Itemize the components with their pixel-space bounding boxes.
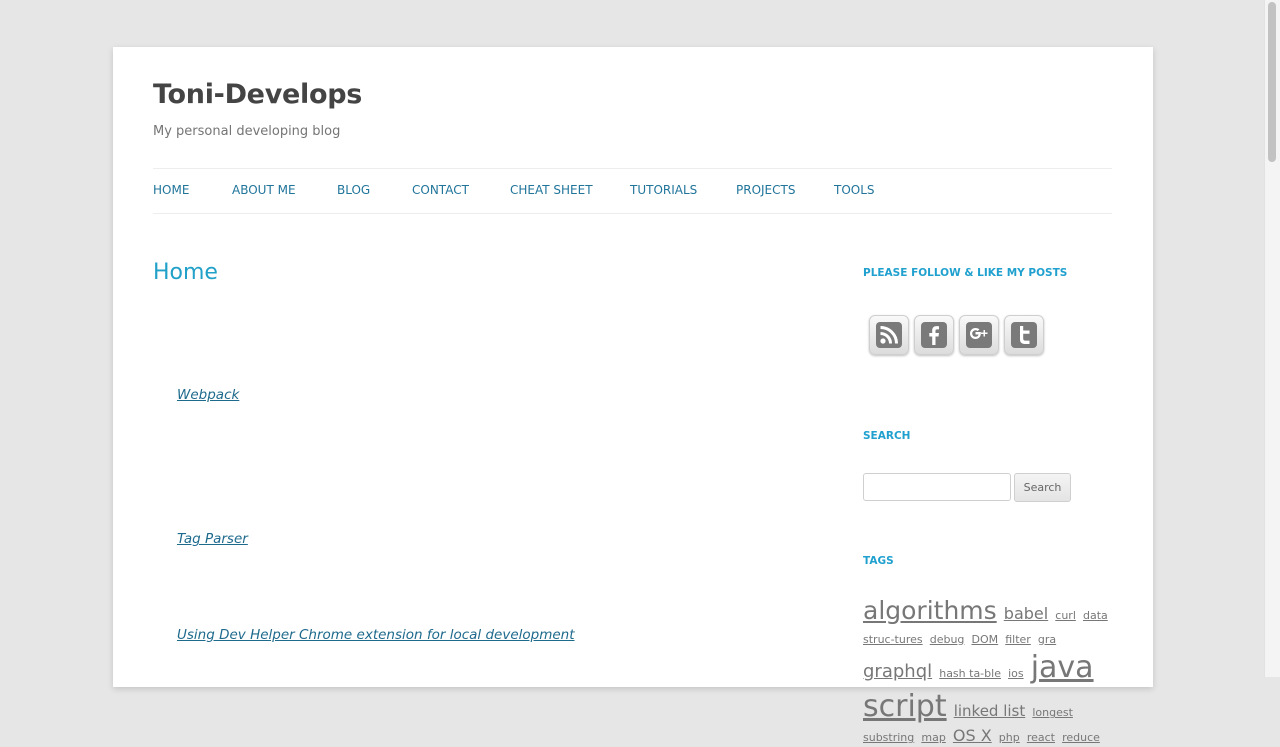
twitter-icon[interactable]: [1004, 315, 1044, 355]
nav-item-tools[interactable]: TOOLS: [834, 183, 875, 197]
post-link-dev-helper[interactable]: Using Dev Helper Chrome extension for lo…: [177, 627, 575, 643]
nav-item-about-me[interactable]: ABOUT ME: [232, 183, 296, 197]
tag-link[interactable]: OS X: [953, 726, 992, 745]
page-title: Home: [153, 260, 218, 285]
tag-link[interactable]: graphql: [863, 661, 932, 682]
tag-link[interactable]: algorithms: [863, 596, 997, 625]
tag-cloud: algorithms babel curl data struc-tures d…: [863, 595, 1118, 747]
main-navigation: HOME ABOUT ME BLOG CONTACT CHEAT SHEET T…: [153, 168, 1112, 214]
tag-link[interactable]: react: [1027, 731, 1055, 744]
tag-link[interactable]: hash ta-ble: [939, 667, 1001, 680]
search-button[interactable]: Search: [1014, 473, 1071, 502]
nav-item-home[interactable]: HOME: [153, 183, 189, 197]
tag-link[interactable]: php: [999, 731, 1020, 744]
search-widget-title: SEARCH: [863, 430, 911, 442]
nav-item-tutorials[interactable]: TUTORIALS: [630, 183, 697, 197]
tag-link[interactable]: reduce: [1062, 731, 1100, 744]
post-link-tag-parser[interactable]: Tag Parser: [177, 531, 248, 547]
tag-link[interactable]: map: [921, 731, 945, 744]
scrollbar-thumb[interactable]: [1268, 2, 1276, 162]
site-title[interactable]: Toni-Develops: [153, 79, 362, 110]
page-container: Toni-Develops My personal developing blo…: [113, 47, 1153, 745]
rss-icon[interactable]: [869, 315, 909, 355]
tag-link[interactable]: DOM: [972, 633, 999, 646]
tag-link[interactable]: linked list: [954, 702, 1026, 720]
nav-item-cheat-sheet[interactable]: CHEAT SHEET: [510, 183, 593, 197]
post-link-webpack[interactable]: Webpack: [177, 387, 239, 403]
scrollbar[interactable]: [1264, 0, 1280, 677]
tag-link[interactable]: filter: [1005, 633, 1031, 646]
nav-item-projects[interactable]: PROJECTS: [736, 183, 795, 197]
search-input[interactable]: [863, 473, 1011, 501]
tag-link[interactable]: debug: [930, 633, 965, 646]
facebook-icon[interactable]: [914, 315, 954, 355]
nav-item-blog[interactable]: BLOG: [337, 183, 370, 197]
follow-widget-title: PLEASE FOLLOW & LIKE MY POSTS: [863, 267, 1068, 279]
tag-link[interactable]: gra: [1038, 633, 1056, 646]
tag-link[interactable]: ios: [1008, 667, 1024, 680]
tag-link[interactable]: babel: [1004, 604, 1048, 623]
google-plus-icon[interactable]: [959, 315, 999, 355]
site-description: My personal developing blog: [153, 124, 341, 139]
tag-link[interactable]: curl: [1055, 609, 1076, 622]
tags-widget-title: TAGS: [863, 555, 894, 567]
nav-item-contact[interactable]: CONTACT: [412, 183, 469, 197]
